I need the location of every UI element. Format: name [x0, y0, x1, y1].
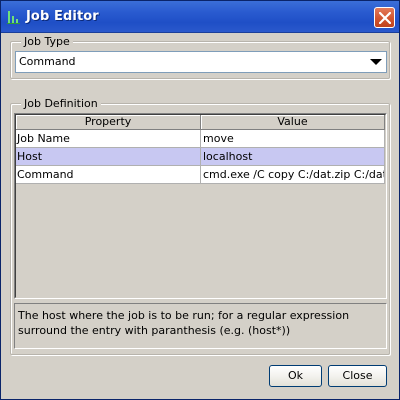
window-close-button[interactable] [374, 7, 395, 28]
close-x-icon [379, 12, 391, 24]
column-header-property[interactable]: Property [16, 115, 201, 130]
table-row[interactable]: Job Name move [16, 130, 385, 148]
value-cell[interactable]: localhost [201, 148, 385, 166]
ok-button[interactable]: Ok [269, 365, 322, 387]
close-button[interactable]: Close [328, 365, 387, 387]
property-cell[interactable]: Host [16, 148, 201, 166]
job-type-select[interactable]: Command [15, 51, 387, 73]
value-cell[interactable]: move [201, 130, 385, 148]
job-type-group: Job Type Command [10, 35, 390, 79]
job-definition-label: Job Definition [21, 97, 101, 110]
table-header: Property Value [16, 115, 385, 130]
table-row[interactable]: Command cmd.exe /C copy C:/dat.zip C:/da… [16, 166, 385, 184]
property-description: The host where the job is to be run; for… [14, 303, 387, 349]
job-definition-group: Job Definition Property Value Job Name m… [10, 97, 390, 355]
column-header-value[interactable]: Value [201, 115, 385, 130]
property-cell[interactable]: Command [16, 166, 201, 184]
table-body: Job Name move Host localhost Command cmd… [16, 130, 385, 184]
job-editor-window: Job Editor Job Type Command Job Definiti… [0, 0, 400, 400]
table-row-selected[interactable]: Host localhost [16, 148, 385, 166]
value-cell[interactable]: cmd.exe /C copy C:/dat.zip C:/dat2.zi [201, 166, 385, 184]
window-title: Job Editor [26, 9, 99, 24]
job-type-selected-value: Command [19, 55, 76, 68]
title-bar[interactable]: Job Editor [1, 1, 399, 33]
triangle-down-icon[interactable] [370, 58, 382, 66]
bar-chart-app-icon [7, 9, 21, 25]
job-type-label: Job Type [21, 35, 73, 48]
properties-table: Property Value Job Name move Host localh… [14, 113, 387, 299]
property-cell[interactable]: Job Name [16, 130, 201, 148]
